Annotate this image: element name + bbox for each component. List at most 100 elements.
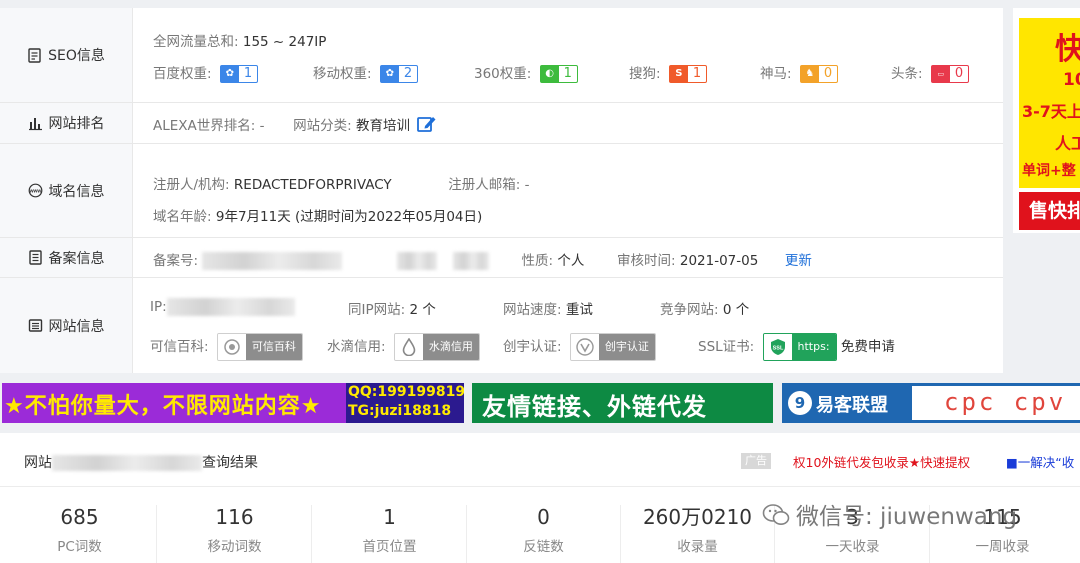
side-ad-line2: 10 (1063, 70, 1080, 90)
wechat-icon (762, 503, 790, 527)
icp-row: 备案信息 备案号: 性质: 个人 审核时间: 2021-07-05 更新 (0, 238, 1003, 278)
ad-tag: 广告 (741, 453, 771, 469)
domain-label-text: 域名信息 (48, 183, 105, 200)
cy-badge[interactable]: 创宇认证 (569, 333, 656, 361)
ssl-apply-link[interactable]: 免费申请 (841, 339, 895, 355)
speed-value[interactable]: 重试 (566, 302, 593, 318)
baidu-weight[interactable]: 百度权重: ✿ 1 (153, 62, 259, 83)
sogou-icon: S (669, 66, 688, 82)
credit-label: 可信百科: (150, 339, 209, 355)
shenma-weight-value: 0 (823, 66, 833, 81)
ssl-badge-text: https: (791, 334, 836, 360)
ssl-shield-icon: SSL (763, 334, 792, 360)
compete-label: 竞争网站: (660, 302, 719, 318)
domain-row: www 域名信息 注册人/机构: REDACTEDFORPRIVACY 注册人邮… (0, 144, 1003, 238)
ssl-badge[interactable]: SSL https: (762, 333, 837, 361)
cert-line: 可信百科: 可信百科 水滴信用: 水滴信用 创宇认证: 创宇认证 SSL证书: … (150, 333, 1003, 363)
sogou-weight-value: 1 (692, 66, 702, 81)
stat-indexed[interactable]: 260万0210 收录量 (620, 503, 775, 563)
side-ad-line4: 人工 (1055, 134, 1080, 153)
icp-line: 备案号: 性质: 个人 审核时间: 2021-07-05 更新 (153, 249, 1003, 270)
mobile-weight-label: 移动权重: (313, 66, 372, 82)
banner-links[interactable]: 友情链接、外链代发 (472, 383, 773, 423)
banner-unlimited[interactable]: ★不怕你量大，不限网站内容★ QQ:199199819 TG:juzi18818 (2, 383, 464, 423)
360-icon: ◐ (540, 66, 559, 82)
stat-label: 首页位置 (362, 539, 417, 555)
360-weight-badge[interactable]: ◐ 1 (539, 65, 578, 83)
domain-age-line: 域名年龄: 9年7月11天 (过期时间为2022年05月04日) (153, 205, 1003, 225)
banner-contact: QQ:199199819 TG:juzi18818 (346, 383, 464, 423)
email-label: 注册人邮箱: (448, 177, 521, 193)
seo-label-text: SEO信息 (48, 48, 105, 64)
side-ad-line3: 3-7天上 (1022, 102, 1080, 121)
stat-value: 260万0210 (642, 505, 753, 529)
alexa-value: - (259, 118, 265, 134)
stat-value: 116 (215, 505, 254, 529)
icp-number-redacted (202, 252, 343, 270)
stat-label: 收录量 (677, 539, 718, 555)
stat-value: 1 (383, 505, 396, 529)
360-weight-label: 360权重: (474, 66, 532, 82)
credit-shield-icon (217, 334, 246, 360)
banner-yike[interactable]: 9 易客联盟 cpc cpv (782, 383, 1080, 423)
toutiao-weight-label: 头条: (891, 66, 923, 82)
banner-cpc-text: cpc cpv (944, 388, 1067, 416)
paw-icon: ✿ (380, 66, 399, 82)
icp-number-label: 备案号: (153, 253, 199, 269)
water-badge[interactable]: 水滴信用 (393, 333, 480, 361)
alexa-label: ALEXA世界排名: (153, 118, 256, 134)
same-ip-label: 同IP网站: (348, 302, 406, 318)
seo-label: SEO信息 (0, 8, 133, 102)
stat-mobile-words[interactable]: 116 移动词数 (157, 503, 312, 563)
360-weight[interactable]: 360权重: ◐ 1 (474, 62, 578, 83)
ssl-label: SSL证书: (698, 339, 755, 355)
side-ad-line5: 单词+整 (1022, 163, 1076, 179)
mobile-weight[interactable]: 移动权重: ✿ 2 (313, 62, 419, 83)
credit-badge[interactable]: 可信百科 (216, 333, 303, 361)
side-ad[interactable]: 快 10 3-7天上 人工 单词+整 售快排 (1013, 8, 1080, 233)
sogou-weight[interactable]: 搜狗: S1 (629, 62, 708, 83)
stat-backlinks[interactable]: 0 反链数 (466, 503, 621, 563)
toutiao-weight-badge[interactable]: ▭ 0 (930, 65, 970, 83)
stat-home-position[interactable]: 1 首页位置 (312, 503, 467, 563)
icp-label-text: 备案信息 (48, 250, 105, 267)
cy-badge-text: 创宇认证 (598, 334, 655, 360)
baidu-weight-badge[interactable]: ✿ 1 (219, 65, 259, 83)
text-ad-2[interactable]: ■一解决“收 (1006, 452, 1074, 471)
ip-redacted (166, 298, 295, 316)
side-ad-line1: 快 (1055, 32, 1080, 67)
traffic-label: 全网流量总和: (153, 34, 239, 50)
paw-icon: ✿ (220, 66, 239, 82)
category-label: 网站分类: (293, 118, 352, 134)
results-title: 网站 查询结果 (24, 452, 258, 472)
shenma-weight-badge[interactable]: ♞ 0 (799, 65, 839, 83)
wechat-watermark: 微信号: jiuwenwang (762, 497, 1017, 531)
side-ad-button[interactable]: 售快排 (1019, 192, 1080, 230)
rank-label: 网站排名 (0, 103, 133, 143)
results-domain-redacted (52, 455, 202, 471)
rank-label-text: 网站排名 (48, 116, 105, 132)
www-icon: www (28, 183, 43, 198)
review-label: 审核时间: (617, 253, 676, 269)
toutiao-weight[interactable]: 头条: ▭ 0 (891, 62, 970, 83)
banner-links-text: 友情链接、外链代发 (482, 393, 707, 421)
nature-label: 性质: (521, 253, 554, 269)
sogou-weight-badge[interactable]: S1 (668, 65, 708, 83)
domain-label: www 域名信息 (0, 144, 133, 237)
text-ad-1[interactable]: 权10外链代发包收录★快速提权 (793, 452, 970, 471)
cy-label: 创宇认证: (503, 339, 562, 355)
icp-number-redacted-3 (452, 252, 489, 270)
rank-row: 网站排名 ALEXA世界排名: - 网站分类: 教育培训 (0, 103, 1003, 144)
mobile-weight-value: 2 (403, 66, 413, 81)
mobile-weight-badge[interactable]: ✿ 2 (379, 65, 419, 83)
shenma-weight-label: 神马: (760, 66, 792, 82)
shenma-weight[interactable]: 神马: ♞ 0 (760, 62, 839, 83)
rank-line: ALEXA世界排名: - 网站分类: 教育培训 (153, 114, 1003, 137)
stat-pc-words[interactable]: 685 PC词数 (2, 503, 157, 563)
credit-field: 可信百科: 可信百科 (150, 333, 303, 361)
update-link[interactable]: 更新 (785, 253, 812, 269)
yike-logo-icon: 9 (788, 391, 812, 415)
edit-icon[interactable] (417, 115, 437, 137)
stat-label: 移动词数 (207, 539, 262, 555)
ip-field: IP: (150, 298, 295, 316)
